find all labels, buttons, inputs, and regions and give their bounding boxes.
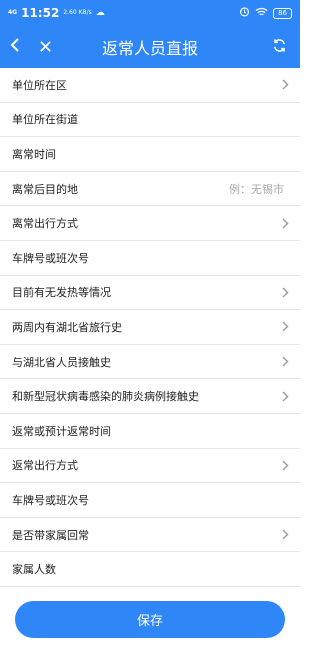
form-row-label: 返常出行方式	[12, 459, 78, 473]
chevron-right-icon	[280, 459, 290, 471]
form-row-label: 车牌号或班次号	[12, 251, 89, 265]
form-row-label: 家属人数	[12, 563, 56, 577]
form-row-label: 目前有无发热等情况	[12, 286, 111, 300]
form-row-label: 离常后目的地	[12, 182, 78, 196]
form-row[interactable]: 离常出行方式	[0, 206, 300, 241]
form-row-label: 与湖北省人员接触史	[12, 355, 111, 369]
status-time: 11:52	[21, 6, 60, 20]
back-button[interactable]	[0, 26, 30, 68]
form-row-placeholder: 例：无锡市	[229, 182, 284, 196]
refresh-button[interactable]	[264, 26, 294, 68]
form-row-label: 离常出行方式	[12, 217, 78, 231]
form-row[interactable]: 和新型冠状病毒感染的肺炎病例接触史	[0, 379, 300, 414]
form-row-label: 单位所在街道	[12, 113, 78, 127]
form-row[interactable]: 家属人数	[0, 552, 300, 587]
form-row-label: 返常或预计返常时间	[12, 424, 111, 438]
form-row[interactable]: 目前有无发热等情况	[0, 275, 300, 311]
report-form: 单位所在区 单位所在街道 离常时间 离常后目的地 例：无锡市 离常出行方式 车牌号或班次号目…	[0, 68, 300, 587]
form-row[interactable]: 离常后目的地 例：无锡市	[0, 171, 300, 207]
footer-bar: 保存	[0, 590, 300, 650]
form-row[interactable]: 车牌号或班次号	[0, 240, 300, 276]
close-icon	[39, 38, 52, 57]
chevron-right-icon	[280, 321, 290, 333]
chevron-right-icon	[280, 356, 290, 368]
save-button[interactable]: 保存	[15, 601, 285, 638]
chevron-right-icon	[280, 217, 290, 229]
form-row-label: 两周内有湖北省旅行史	[12, 320, 122, 334]
network-speed: 2.60 KB/s	[63, 9, 92, 16]
alarm-icon	[239, 6, 250, 20]
form-row[interactable]: 返常或预计返常时间	[0, 413, 300, 449]
form-row-label: 车牌号或班次号	[12, 493, 89, 507]
chevron-right-icon	[280, 79, 290, 91]
form-row[interactable]: 单位所在区	[0, 68, 300, 103]
form-row[interactable]: 是否带家属回常	[0, 517, 300, 553]
network-indicator: 4G	[8, 9, 18, 16]
close-button[interactable]	[30, 26, 60, 68]
form-row-label: 和新型冠状病毒感染的肺炎病例接触史	[12, 390, 199, 404]
form-row-label: 离常时间	[12, 147, 56, 161]
form-row[interactable]: 返常出行方式	[0, 448, 300, 484]
form-row-label: 单位所在区	[12, 78, 67, 92]
refresh-icon	[272, 38, 287, 57]
chevron-right-icon	[280, 286, 290, 298]
chevron-right-icon	[280, 390, 290, 402]
form-row-label: 是否带家属回常	[12, 528, 89, 542]
wifi-icon	[255, 7, 268, 20]
form-row[interactable]: 单位所在街道	[0, 102, 300, 138]
status-bar: 4G 11:52 2.60 KB/s ☁ 86	[0, 0, 300, 26]
form-row[interactable]: 车牌号或班次号	[0, 483, 300, 518]
form-row[interactable]: 与湖北省人员接触史	[0, 344, 300, 380]
cloud-icon: ☁	[95, 8, 105, 18]
top-app-bar: 返常人员直报	[0, 26, 300, 68]
back-icon	[10, 37, 20, 57]
form-row[interactable]: 两周内有湖北省旅行史	[0, 310, 300, 345]
chevron-right-icon	[280, 529, 290, 541]
battery-icon: 86	[273, 7, 292, 19]
form-row[interactable]: 离常时间	[0, 137, 300, 172]
